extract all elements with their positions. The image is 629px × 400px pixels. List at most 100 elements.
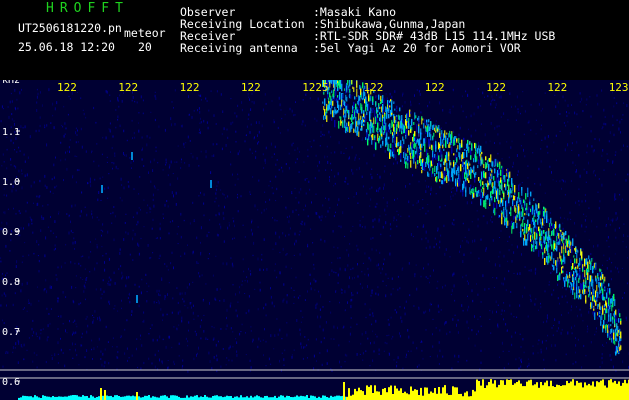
noise-speck [245,312,247,315]
noise-speck [131,99,133,102]
trail-pixel [566,270,568,274]
noise-speck [295,209,297,211]
noise-speck [516,272,518,275]
level-bar [590,385,592,400]
trail-pixel [408,130,410,135]
meteor-ping [131,152,133,160]
noise-speck [367,267,369,270]
noise-speck [278,235,280,239]
noise-speck [556,330,558,332]
trail-pixel [400,153,402,160]
noise-speck [286,333,288,337]
noise-speck [303,161,305,163]
noise-speck [319,325,321,328]
noise-speck [532,190,534,192]
noise-speck [37,92,39,96]
trail-pixel [511,190,513,194]
noise-speck [347,103,349,106]
trail-pixel [597,291,599,298]
noise-speck [307,243,309,247]
noise-speck [375,319,377,323]
trail-pixel [604,313,606,320]
noise-speck [237,196,238,199]
noise-speck [72,232,74,234]
noise-speck [81,191,83,194]
noise-speck [597,191,599,193]
noise-speck [578,188,580,190]
noise-speck [466,320,468,324]
trail-pixel [481,151,483,155]
noise-speck [390,227,392,231]
noise-speck [576,140,578,144]
trail-pixel [396,115,398,118]
level-bar [624,379,626,400]
noise-speck [166,200,168,202]
noise-speck [449,108,451,111]
noise-speck [400,316,402,320]
noise-speck [65,151,66,154]
noise-speck [571,332,573,335]
noise-speck [613,133,615,137]
noise-speck [480,301,482,303]
noise-speck [100,350,102,353]
level-bar [26,396,28,400]
noise-speck [461,240,463,242]
noise-speck [419,117,421,120]
noise-speck [136,211,138,215]
noise-speck [399,332,400,335]
trail-pixel [346,85,348,93]
noise-speck [433,245,435,249]
noise-speck [220,93,222,96]
noise-speck [300,342,302,346]
noise-speck [452,88,454,92]
noise-speck [369,188,371,190]
noise-speck [504,310,505,312]
trail-pixel [556,246,558,252]
noise-speck [477,141,479,145]
noise-speck [298,171,300,173]
trail-pixel [411,127,413,131]
noise-speck [615,218,617,221]
noise-speck [262,339,264,341]
noise-speck [146,212,148,214]
noise-speck [423,224,425,228]
noise-speck [71,285,73,289]
noise-speck [562,95,564,99]
noise-speck [609,131,611,135]
noise-speck [520,346,522,348]
noise-speck [205,283,207,285]
noise-speck [348,95,350,97]
noise-speck [382,280,384,282]
noise-speck [561,314,562,316]
noise-speck [13,120,15,122]
noise-speck [504,277,506,281]
noise-speck [212,143,214,146]
noise-speck [207,126,209,130]
trail-pixel [388,107,390,111]
noise-speck [80,265,82,267]
noise-speck [140,334,141,337]
noise-speck [265,340,267,343]
y-tick-label: 0.8 [2,277,20,288]
trail-pixel [489,198,491,205]
noise-speck [270,142,272,146]
noise-speck [33,351,35,355]
trail-pixel [591,302,593,309]
noise-speck [233,220,235,223]
noise-speck [80,97,82,99]
trail-pixel [463,137,465,141]
trail-pixel [600,269,602,272]
noise-speck [507,362,509,365]
noise-speck [571,149,573,151]
noise-speck [416,89,418,91]
noise-speck [315,306,317,309]
noise-speck [79,215,81,218]
noise-speck [215,192,217,195]
noise-speck [343,130,345,132]
trail-pixel [459,156,461,159]
level-bar [534,384,536,400]
trail-pixel [446,155,448,161]
noise-speck [57,362,59,364]
noise-speck [462,309,464,312]
level-bar [350,395,352,400]
